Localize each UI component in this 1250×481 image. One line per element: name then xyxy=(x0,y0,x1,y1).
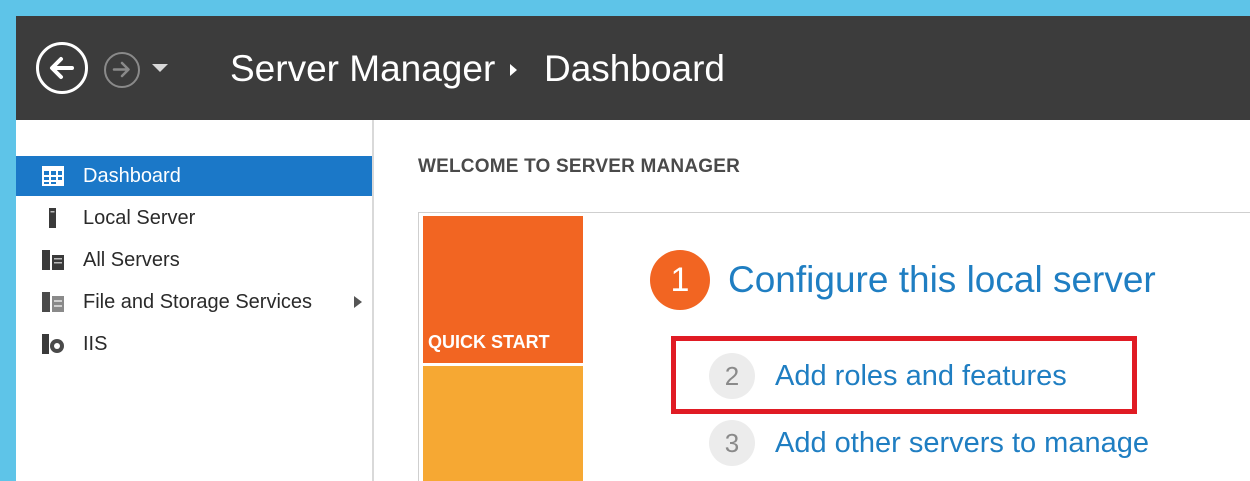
server-manager-window: Server Manager Dashboard Dashboard Local… xyxy=(16,16,1250,481)
highlight-box xyxy=(671,336,1137,414)
sidebar: Dashboard Local Server All Servers File … xyxy=(16,120,374,481)
back-arrow-icon xyxy=(50,57,74,79)
chevron-down-icon[interactable] xyxy=(152,64,168,72)
sidebar-item-iis[interactable]: IIS xyxy=(16,324,372,364)
sidebar-item-label: Dashboard xyxy=(83,165,181,187)
configure-local-server-link[interactable]: Configure this local server xyxy=(728,250,1156,310)
sidebar-item-label: File and Storage Services xyxy=(83,291,313,313)
sidebar-item-label: Local Server xyxy=(83,207,196,229)
dashboard-grid-icon xyxy=(42,166,64,186)
file-storage-icon xyxy=(42,292,64,312)
forward-button[interactable] xyxy=(104,52,140,88)
back-button[interactable] xyxy=(36,42,88,94)
sidebar-item-label: All Servers xyxy=(83,249,180,271)
sidebar-item-all-servers[interactable]: All Servers xyxy=(16,240,372,280)
sidebar-item-dashboard[interactable]: Dashboard xyxy=(16,156,372,196)
page-title: Dashboard xyxy=(544,48,726,89)
sidebar-item-file-and-storage-services[interactable]: File and Storage Services xyxy=(16,282,372,322)
add-other-servers-link[interactable]: Add other servers to manage xyxy=(775,420,1149,466)
quick-start-label[interactable]: QUICK START xyxy=(428,332,550,353)
sidebar-item-local-server[interactable]: Local Server xyxy=(16,198,372,238)
forward-arrow-icon xyxy=(112,61,130,78)
whats-new-tile[interactable] xyxy=(423,366,583,481)
welcome-heading: WELCOME TO SERVER MANAGER xyxy=(418,156,741,177)
title-bar: Server Manager Dashboard xyxy=(16,16,1250,120)
expand-arrow-icon[interactable] xyxy=(354,296,362,308)
sidebar-item-label: IIS xyxy=(83,333,108,355)
chevron-right-icon xyxy=(510,64,517,76)
step-number-badge: 3 xyxy=(709,420,755,466)
app-title: Server Manager xyxy=(230,48,496,89)
step-number-badge: 1 xyxy=(650,250,710,310)
server-icon xyxy=(49,208,56,228)
servers-icon xyxy=(42,250,64,270)
iis-icon xyxy=(42,334,64,354)
